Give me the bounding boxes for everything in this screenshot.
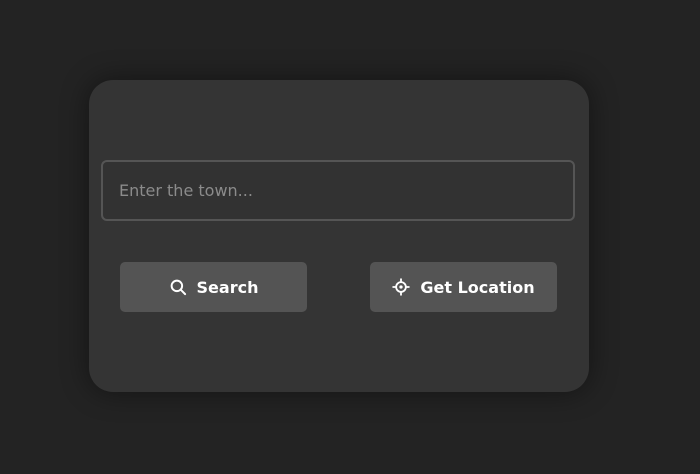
town-input[interactable] xyxy=(101,160,575,221)
search-button[interactable]: Search xyxy=(120,262,307,312)
crosshair-icon xyxy=(392,278,411,296)
get-location-button[interactable]: Get Location xyxy=(370,262,557,312)
weather-search-card: Search Get Location xyxy=(89,80,589,392)
search-button-label: Search xyxy=(196,277,259,297)
search-icon xyxy=(169,278,187,296)
get-location-button-label: Get Location xyxy=(420,277,535,297)
